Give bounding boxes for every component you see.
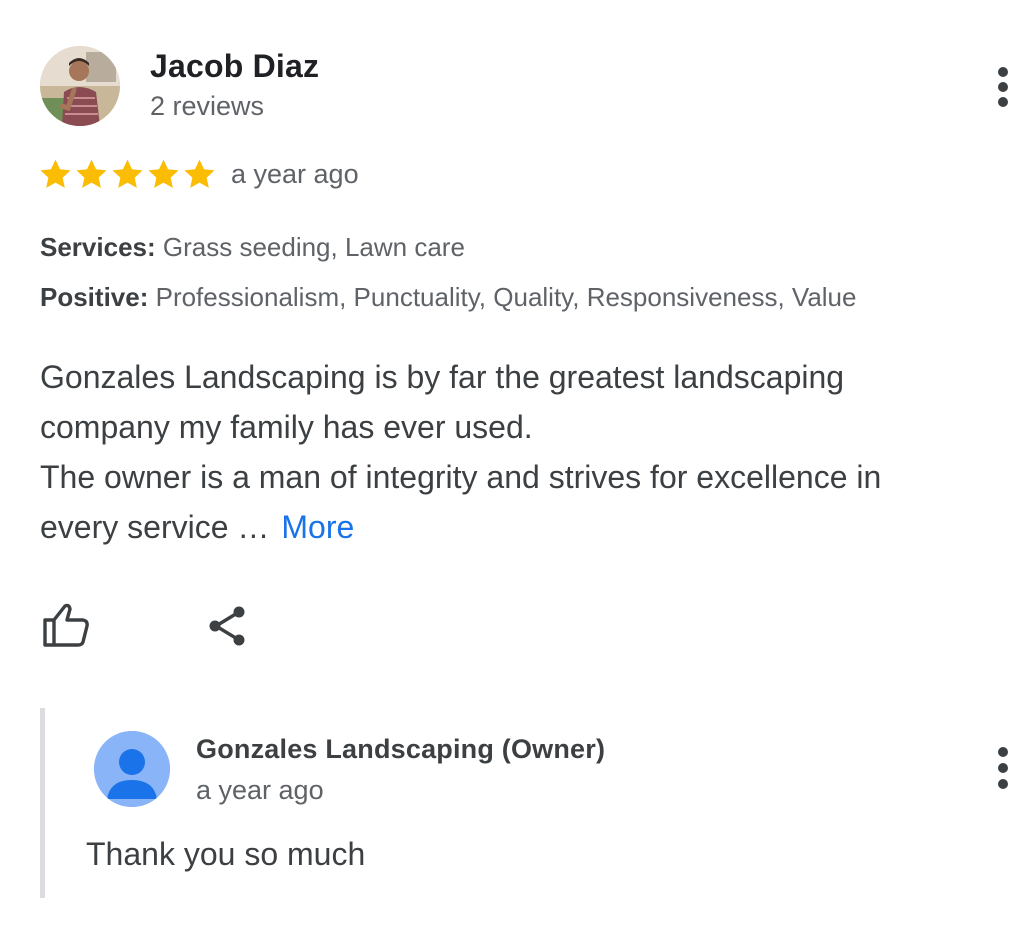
star-rating [38,157,217,192]
like-button[interactable] [40,600,92,652]
owner-name: Gonzales Landscaping (Owner) [196,734,606,764]
reply-time: a year ago [196,775,324,805]
more-vert-icon[interactable] [991,747,1015,789]
positive-value: Professionalism, Punctuality, Quality, R… [148,282,857,312]
star-icon [184,159,215,188]
review-text-line: every service … [40,509,270,545]
share-button[interactable] [202,600,254,652]
services-label: Services: [40,232,156,262]
thumb-up-icon [43,603,89,647]
review-text-line: company my family has ever used. [40,409,533,445]
reply-text: Thank you so much [86,836,366,872]
star-icon [148,159,179,188]
review-text: Gonzales Landscaping is by far the great… [40,352,1000,552]
services-attribute: Services: Grass seeding, Lawn care [40,232,465,263]
review-card: Jacob Diaz 2 reviews a year ago Services… [0,0,1024,926]
review-text-line-last: every service … More [40,502,1000,552]
positive-attribute: Positive: Professionalism, Punctuality, … [40,282,856,313]
owner-reply: Gonzales Landscaping (Owner) a year ago … [40,708,1024,898]
star-icon [112,159,143,188]
star-icon [76,159,107,188]
review-time: a year ago [231,159,359,189]
reviewer-avatar[interactable] [40,46,120,126]
services-value: Grass seeding, Lawn care [155,232,465,262]
reviewer-name[interactable]: Jacob Diaz [150,48,319,85]
more-vert-icon[interactable] [991,67,1015,107]
share-icon [209,606,245,646]
star-icon [40,159,71,188]
positive-label: Positive: [40,282,149,312]
review-text-line: Gonzales Landscaping is by far the great… [40,359,845,395]
review-text-line: The owner is a man of integrity and stri… [40,459,882,495]
person-icon [94,731,170,807]
more-link[interactable]: More [281,509,354,545]
reviewer-review-count: 2 reviews [150,91,265,121]
